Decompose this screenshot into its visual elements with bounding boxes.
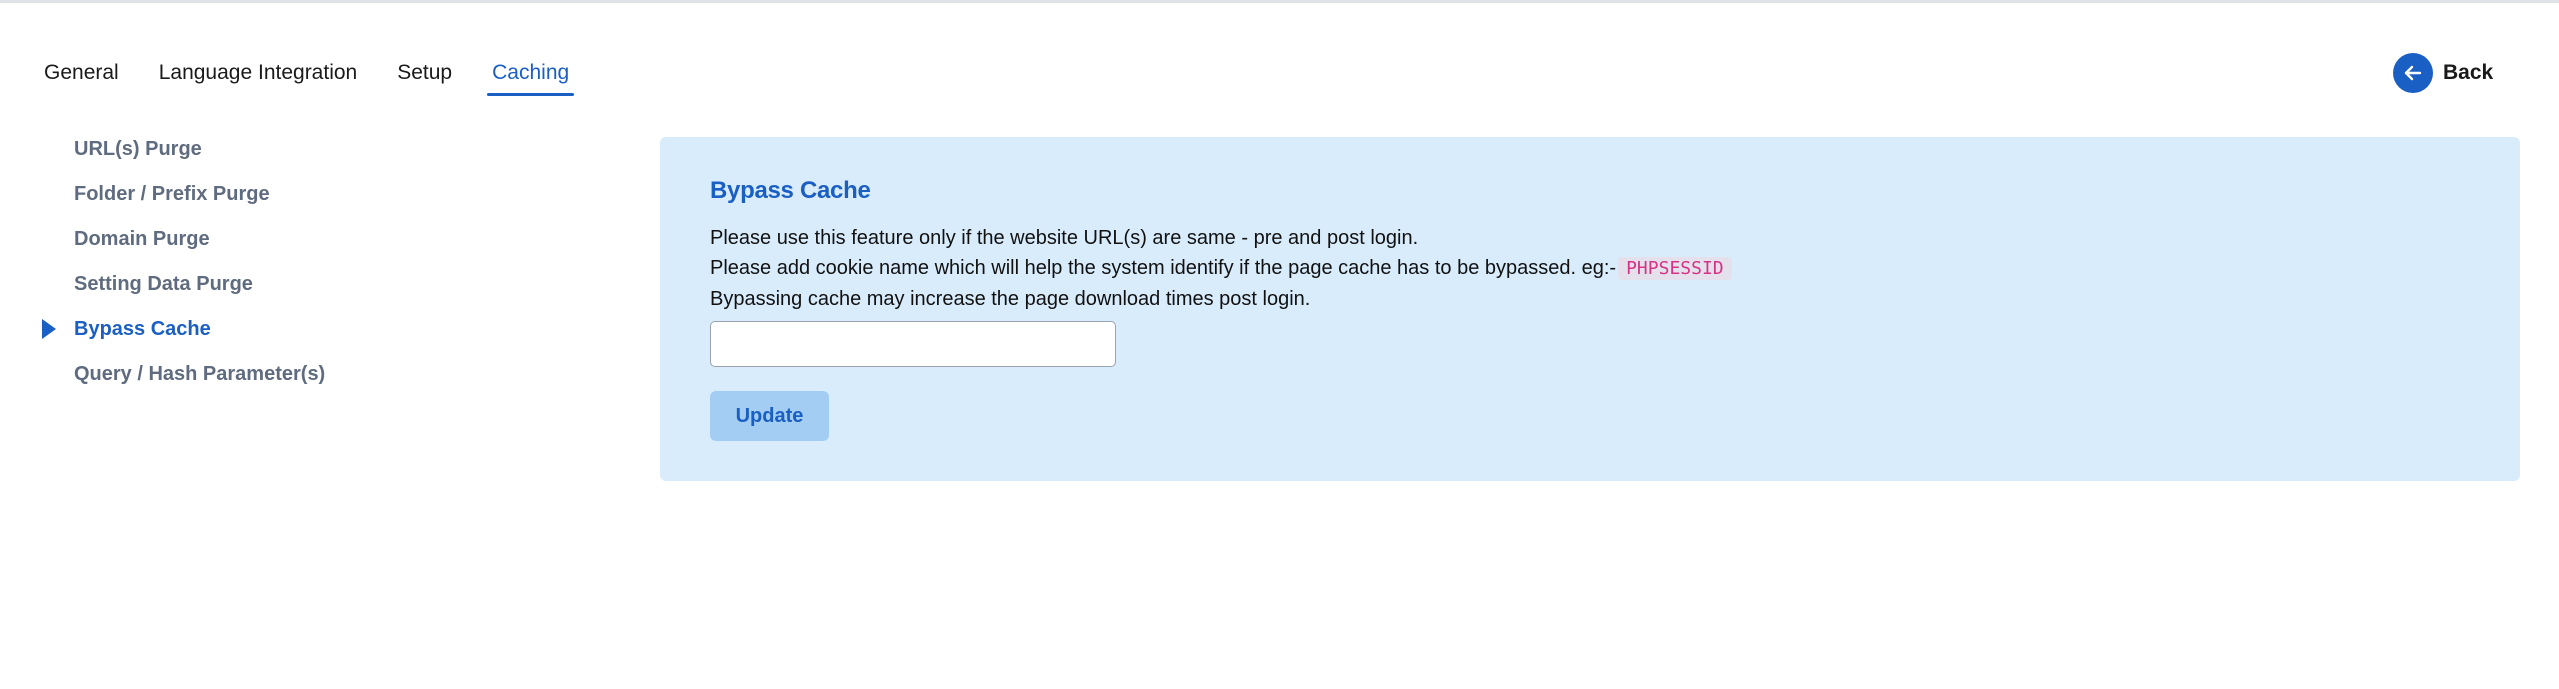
description-line-2: Please add cookie name which will help t…: [710, 253, 1732, 284]
sidebar-item-domain-purge[interactable]: Domain Purge: [36, 224, 596, 269]
sidebar-item-label: Setting Data Purge: [74, 273, 253, 295]
panel-description: Please use this feature only if the webs…: [710, 223, 1732, 314]
caret-right-icon: [42, 319, 56, 339]
cookie-name-input[interactable]: [710, 321, 1116, 367]
caching-sidebar: URL(s) Purge Folder / Prefix Purge Domai…: [36, 134, 596, 404]
tab-bar: General Language Integration Setup Cachi…: [44, 56, 609, 96]
back-label: Back: [2443, 61, 2494, 84]
sidebar-item-label: Query / Hash Parameter(s): [74, 363, 326, 385]
sidebar-item-setting-data-purge[interactable]: Setting Data Purge: [36, 269, 596, 314]
sidebar-item-query-hash-parameters[interactable]: Query / Hash Parameter(s): [36, 359, 596, 404]
sidebar-item-bypass-cache[interactable]: Bypass Cache: [36, 314, 596, 359]
update-button[interactable]: Update: [710, 391, 829, 441]
bypass-cache-panel: Bypass Cache Please use this feature onl…: [660, 137, 2520, 481]
sidebar-item-label: Domain Purge: [74, 228, 210, 250]
description-line-1: Please use this feature only if the webs…: [710, 227, 1419, 249]
description-line-2-text: Please add cookie name which will help t…: [710, 257, 1617, 279]
arrow-left-icon: [2393, 53, 2433, 93]
tab-caching[interactable]: Caching: [487, 56, 575, 96]
tab-language-integration[interactable]: Language Integration: [159, 56, 358, 96]
sidebar-item-folder-prefix-purge[interactable]: Folder / Prefix Purge: [36, 179, 596, 224]
example-cookie-code: PHPSESSID: [1618, 257, 1732, 280]
sidebar-item-label: Bypass Cache: [74, 318, 211, 340]
panel-title: Bypass Cache: [710, 177, 871, 204]
sidebar-item-label: Folder / Prefix Purge: [74, 183, 270, 205]
top-divider: [0, 0, 2559, 3]
tab-general[interactable]: General: [44, 56, 119, 96]
tab-setup[interactable]: Setup: [397, 56, 452, 96]
description-line-3: Bypassing cache may increase the page do…: [710, 288, 1311, 310]
sidebar-item-label: URL(s) Purge: [74, 138, 202, 160]
sidebar-item-url-purge[interactable]: URL(s) Purge: [36, 134, 596, 179]
back-button[interactable]: Back: [2393, 53, 2493, 93]
